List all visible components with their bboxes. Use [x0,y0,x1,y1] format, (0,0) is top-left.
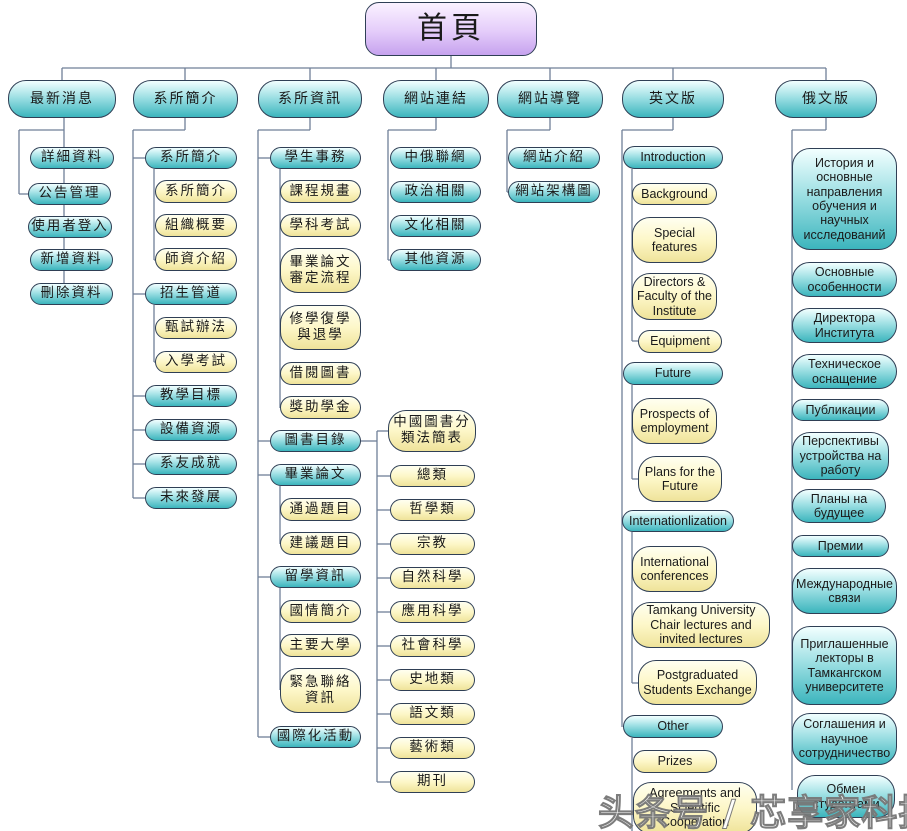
branch-node: 留學資訊 [270,566,361,588]
branch-node: 畢業論文 [270,464,361,486]
leaf-node: 總類 [390,465,475,487]
branch-node: 學生事務 [270,147,361,169]
leaf-node: Postgraduated Students Exchange [638,660,757,705]
leaf-node: 史地類 [390,669,475,691]
leaf-node: Plans for the Future [638,456,722,502]
leaf-node: 通過題目 [280,498,361,521]
branch-node: 刪除資料 [30,283,113,305]
branch-node: 網站架構圖 [508,181,600,203]
branch-node: 網站介紹 [508,147,600,169]
branch-node: Международные связи [792,568,897,614]
branch-node: 網站導覽 [497,80,603,118]
branch-node: 中俄聯網 [390,147,481,169]
leaf-node: 獎助學金 [280,396,361,419]
branch-node: 網站連結 [383,80,489,118]
branch-node: 政治相關 [390,181,481,203]
leaf-node: 自然科學 [390,567,475,589]
branch-node: 文化相關 [390,215,481,237]
branch-node: 系所簡介 [133,80,238,118]
branch-node: Планы на будущее [792,489,886,523]
branch-node: 未來發展 [145,487,237,509]
leaf-node: 期刊 [390,771,475,793]
leaf-node: Prizes [633,750,717,773]
branch-node: 圖書目錄 [270,430,361,452]
branch-node: Публикации [792,399,889,421]
leaf-node: Equipment [638,330,722,353]
leaf-node: 社會科學 [390,635,475,657]
branch-node: 俄文版 [775,80,877,118]
branch-node: История и основные направления обучения … [792,148,897,250]
leaf-node: 入學考試 [155,351,237,373]
leaf-node: 學科考試 [280,214,361,237]
leaf-node: Prospects of employment [632,398,717,444]
branch-node: Основные особенности [792,262,897,297]
branch-node: 新增資料 [30,249,113,271]
branch-node: Future [623,362,723,385]
leaf-node: 緊急聯絡資訊 [280,668,361,713]
branch-node: 詳細資料 [30,147,114,169]
leaf-node: 畢業論文審定流程 [280,248,361,293]
branch-node: Приглашенные лекторы в Тамкангском униве… [792,626,897,705]
leaf-node: 師資介紹 [155,248,237,271]
branch-node: Перспективы устройства на работу [792,432,889,480]
leaf-node: 宗教 [390,533,475,555]
branch-node: Техническое оснащение [792,354,897,389]
leaf-node: 主要大學 [280,634,361,657]
leaf-node: 系所簡介 [155,180,237,203]
leaf-node: 哲學類 [390,499,475,521]
branch-node: Соглашения и научное сотрудничество [792,713,897,765]
branch-node: 英文版 [622,80,724,118]
branch-node: 國際化活動 [270,726,361,748]
leaf-node: 組織概要 [155,214,237,237]
leaf-node: Background [632,183,717,205]
leaf-node: Directors & Faculty of the Institute [632,273,717,320]
branch-node: 系所資訊 [258,80,362,118]
branch-node: 最新消息 [8,80,116,118]
branch-node: 其他資源 [390,249,481,271]
root-node-home: 首頁 [365,2,537,56]
branch-node: 教學目標 [145,385,237,407]
leaf-node: 應用科學 [390,601,475,623]
leaf-node: 國情簡介 [280,600,361,623]
leaf-node: 建議題目 [280,532,361,555]
watermark: 头条号 / 芯享家科技 [597,793,907,831]
branch-node: 系友成就 [145,453,237,475]
leaf-node: Special features [632,217,717,263]
leaf-node: Tamkang University Chair lectures and in… [632,602,770,648]
leaf-node: 甄試辦法 [155,317,237,339]
branch-node: Introduction [623,146,723,169]
leaf-node: 修學復學與退學 [280,305,361,350]
leaf-node: 借閱圖書 [280,362,361,385]
leaf-node: 藝術類 [390,737,475,759]
branch-node: 系所簡介 [145,147,237,169]
leaf-node: International conferences [632,546,717,592]
branch-node: 公告管理 [28,183,111,205]
branch-node: 招生管道 [145,283,237,305]
branch-node: Премии [792,535,889,557]
branch-node: 使用者登入 [28,216,112,238]
branch-node: Директора Института [792,308,897,343]
leaf-node: 語文類 [390,703,475,725]
site-map-diagram: 首頁 最新消息 系所簡介 系所資訊 網站連結 網站導覽 英文版 俄文版 詳細資料 公告管理 使用者登… [0,0,907,831]
branch-node: 設備資源 [145,419,237,441]
leaf-node: 中國圖書分類法簡表 [388,410,476,452]
branch-node: Internationlization [622,510,734,532]
leaf-node: 課程規畫 [280,180,361,203]
branch-node: Other [623,715,723,738]
